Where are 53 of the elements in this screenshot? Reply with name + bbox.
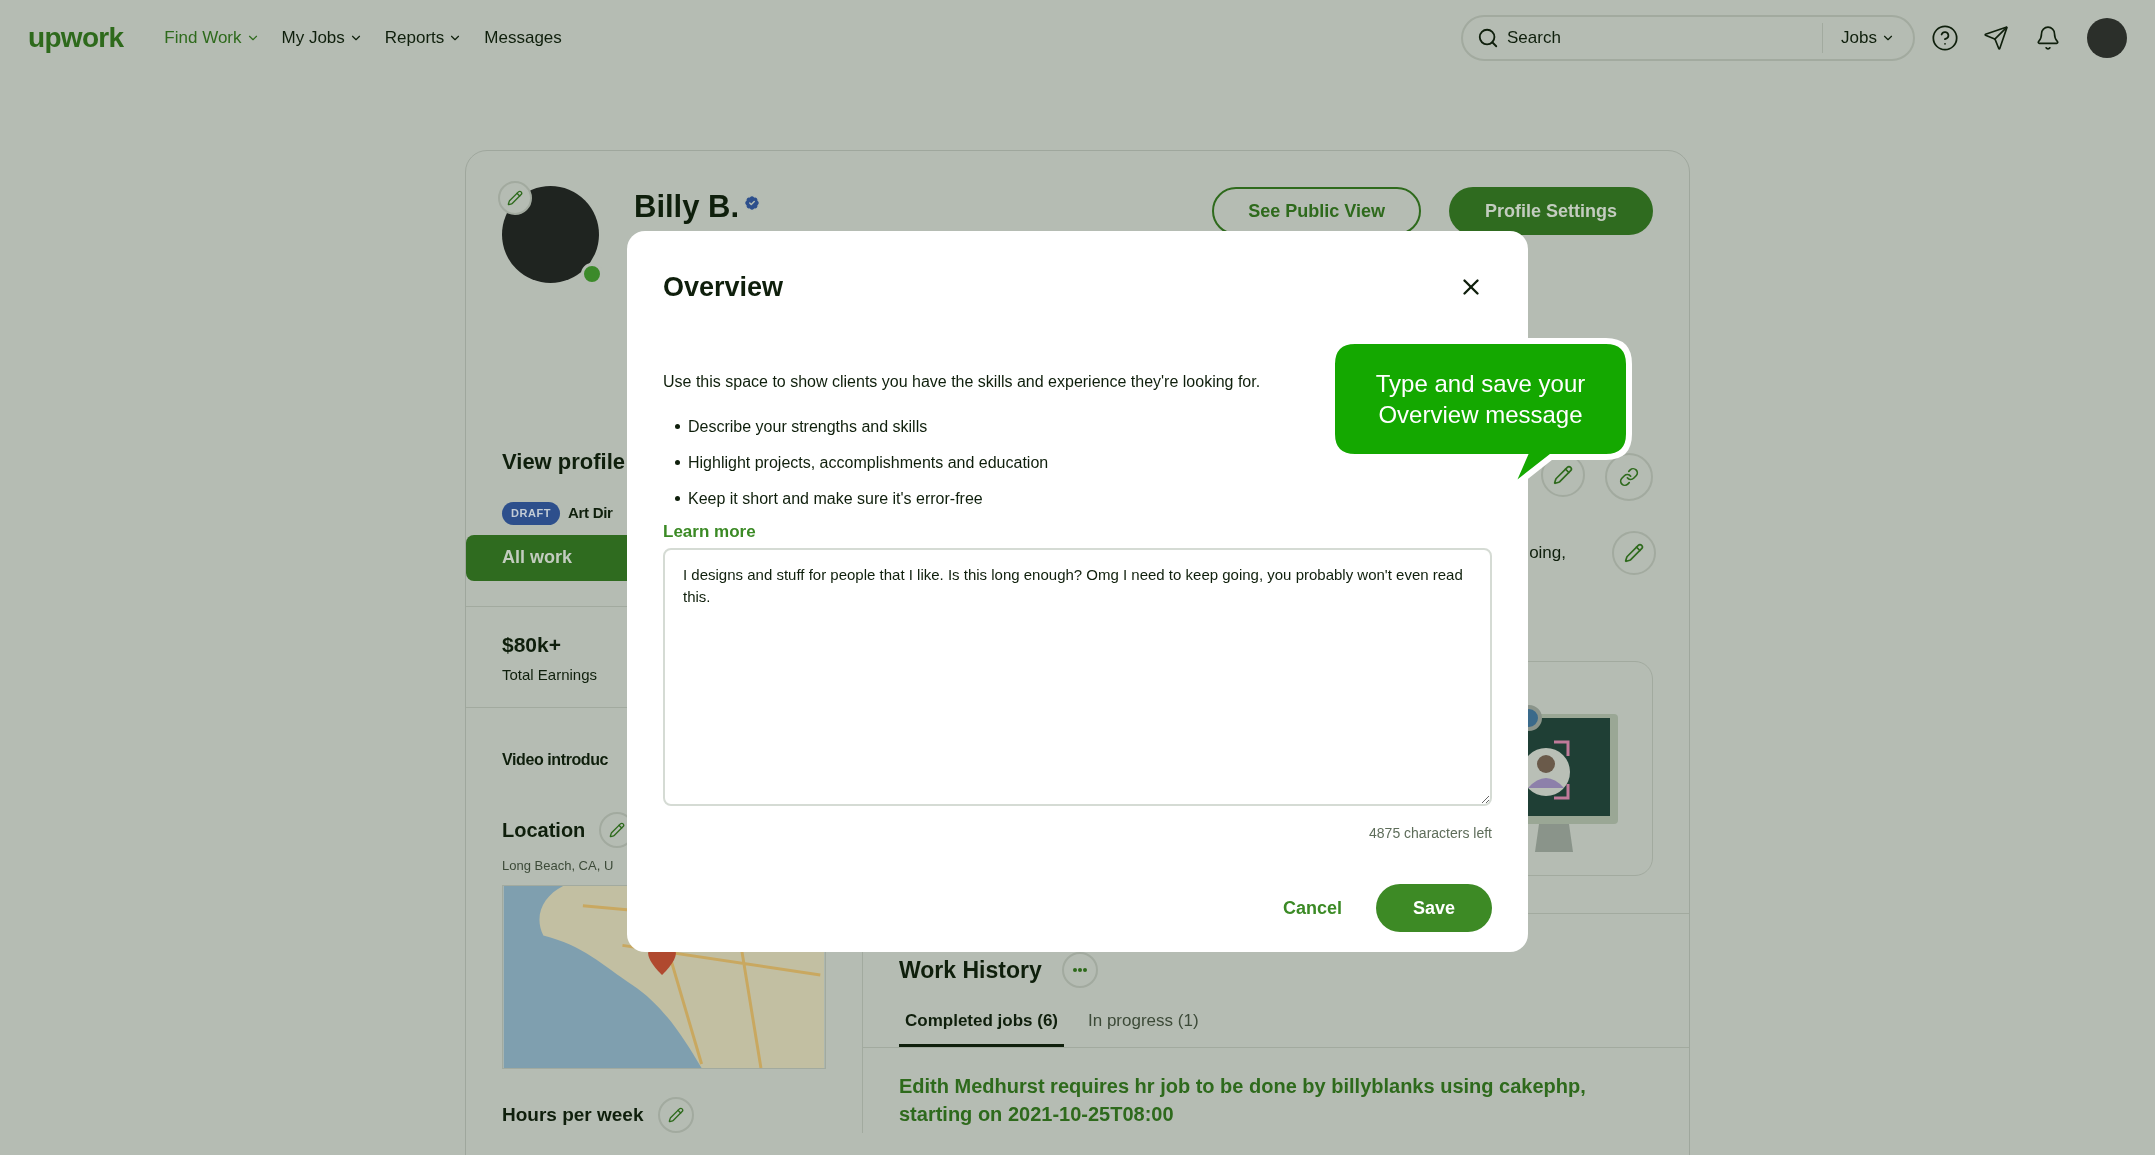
profile-settings-button[interactable]: Profile Settings <box>1448 187 1653 235</box>
nav-menu-item[interactable]: Find Work <box>164 24 260 51</box>
draft-badge: DRAFT <box>502 502 561 525</box>
pencil-icon <box>609 821 626 838</box>
search-field[interactable]: Search Jobs <box>1461 14 1915 61</box>
dialog-title: Overview <box>663 271 784 304</box>
search-icon <box>1477 26 1499 49</box>
earnings-value: $80k+ <box>501 631 562 658</box>
work-history-tab[interactable]: In progress (1) <box>1082 1008 1205 1047</box>
overview-input-field[interactable]: I designs and stuff for people that I like. Is this long enough? Omg I need to keep going, you probably won't even read this. <box>663 548 1492 806</box>
tip-text: Describe your strengths and skills <box>688 416 928 437</box>
nav-menu-item[interactable]: My Jobs <box>281 24 363 51</box>
section-heading: Hours per week <box>502 1102 644 1127</box>
bullet-icon <box>675 424 680 429</box>
link-icon <box>1619 467 1639 487</box>
pencil-icon <box>507 190 523 206</box>
edit-photo-button[interactable] <box>498 181 532 215</box>
upwork-logo[interactable]: upwork <box>28 16 124 59</box>
section-heading: Work History <box>899 955 1042 985</box>
earnings-label: Total Earnings <box>501 665 599 685</box>
pencil-icon <box>1624 543 1644 563</box>
specialization-text: Art Dir <box>568 503 613 523</box>
callout-text: Overview message <box>1378 400 1583 430</box>
location-text: Long Beach, CA, U <box>502 856 614 875</box>
nav-menu-item[interactable]: Reports <box>384 24 463 51</box>
user-avatar[interactable] <box>2087 17 2127 58</box>
work-history-tab[interactable]: Completed jobs (6) <box>899 1008 1064 1047</box>
more-icon <box>1072 968 1087 972</box>
notifications-icon[interactable] <box>2035 24 2061 51</box>
edit-overview-button[interactable] <box>1612 531 1656 575</box>
job-title-link[interactable]: Edith Medhurst requires hr job to be done by billyblanks using cakephp, starting on 2021-10-25T08:00 <box>863 1071 1663 1128</box>
overview-text: oing, <box>1529 542 1566 565</box>
callout-text: Type and save your <box>1375 369 1586 399</box>
bullet-icon <box>675 460 680 465</box>
search-input[interactable]: Search <box>1507 24 1767 51</box>
profile-name: Billy B. <box>634 188 740 226</box>
nav-menu-item[interactable]: Messages <box>484 24 562 51</box>
tip-text: Keep it short and make sure it's error-free <box>688 488 983 509</box>
edit-hours-button[interactable] <box>657 1097 694 1133</box>
help-icon[interactable] <box>1931 23 1959 52</box>
character-counter: 4875 characters left <box>1369 824 1492 843</box>
section-heading: Video introduc <box>502 749 609 770</box>
tip-text: Highlight projects, accomplishments and education <box>688 452 1049 473</box>
search-scope-dropdown[interactable]: Jobs <box>1823 24 1913 51</box>
send-icon[interactable] <box>1983 24 2009 51</box>
cancel-button[interactable]: Cancel <box>1278 894 1346 922</box>
pencil-icon <box>667 1107 684 1123</box>
section-heading: View profile <box>502 448 626 476</box>
dialog-intro-text: Use this space to show clients you have the skills and experience they're looking for. <box>663 371 1261 392</box>
bullet-icon <box>675 496 680 501</box>
pencil-icon <box>1553 465 1573 485</box>
save-button[interactable]: Save <box>1376 884 1492 932</box>
section-heading: Location <box>502 817 586 843</box>
